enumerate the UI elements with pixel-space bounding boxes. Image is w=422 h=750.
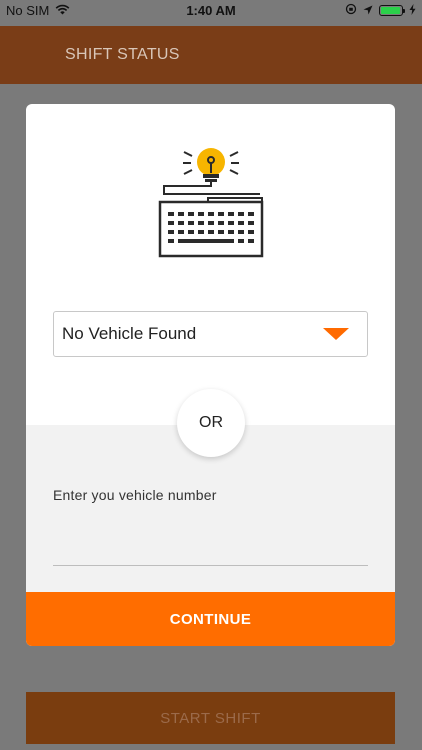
continue-button[interactable]: CONTINUE bbox=[26, 592, 395, 646]
status-right bbox=[345, 3, 416, 18]
vehicle-modal: No Vehicle Found OR Enter you vehicle nu… bbox=[26, 104, 395, 646]
vehicle-number-input[interactable] bbox=[53, 534, 368, 566]
vehicle-select[interactable]: No Vehicle Found bbox=[53, 311, 368, 357]
app-header: SHIFT STATUS bbox=[0, 26, 422, 84]
vehicle-select-value: No Vehicle Found bbox=[62, 324, 197, 343]
dropdown-arrow-icon[interactable] bbox=[323, 328, 349, 340]
charging-bolt-icon bbox=[409, 3, 416, 18]
battery-level bbox=[381, 7, 400, 14]
status-bar: No SIM 1:40 AM bbox=[0, 0, 422, 22]
orientation-lock-icon bbox=[345, 3, 357, 18]
or-divider: OR bbox=[177, 389, 245, 457]
keyboard-lightbulb-icon bbox=[156, 146, 266, 258]
start-shift-button[interactable]: START SHIFT bbox=[26, 692, 395, 744]
location-arrow-icon bbox=[363, 3, 373, 18]
page-title: SHIFT STATUS bbox=[65, 46, 180, 63]
battery-icon bbox=[379, 5, 405, 16]
vehicle-number-label: Enter you vehicle number bbox=[53, 487, 217, 503]
